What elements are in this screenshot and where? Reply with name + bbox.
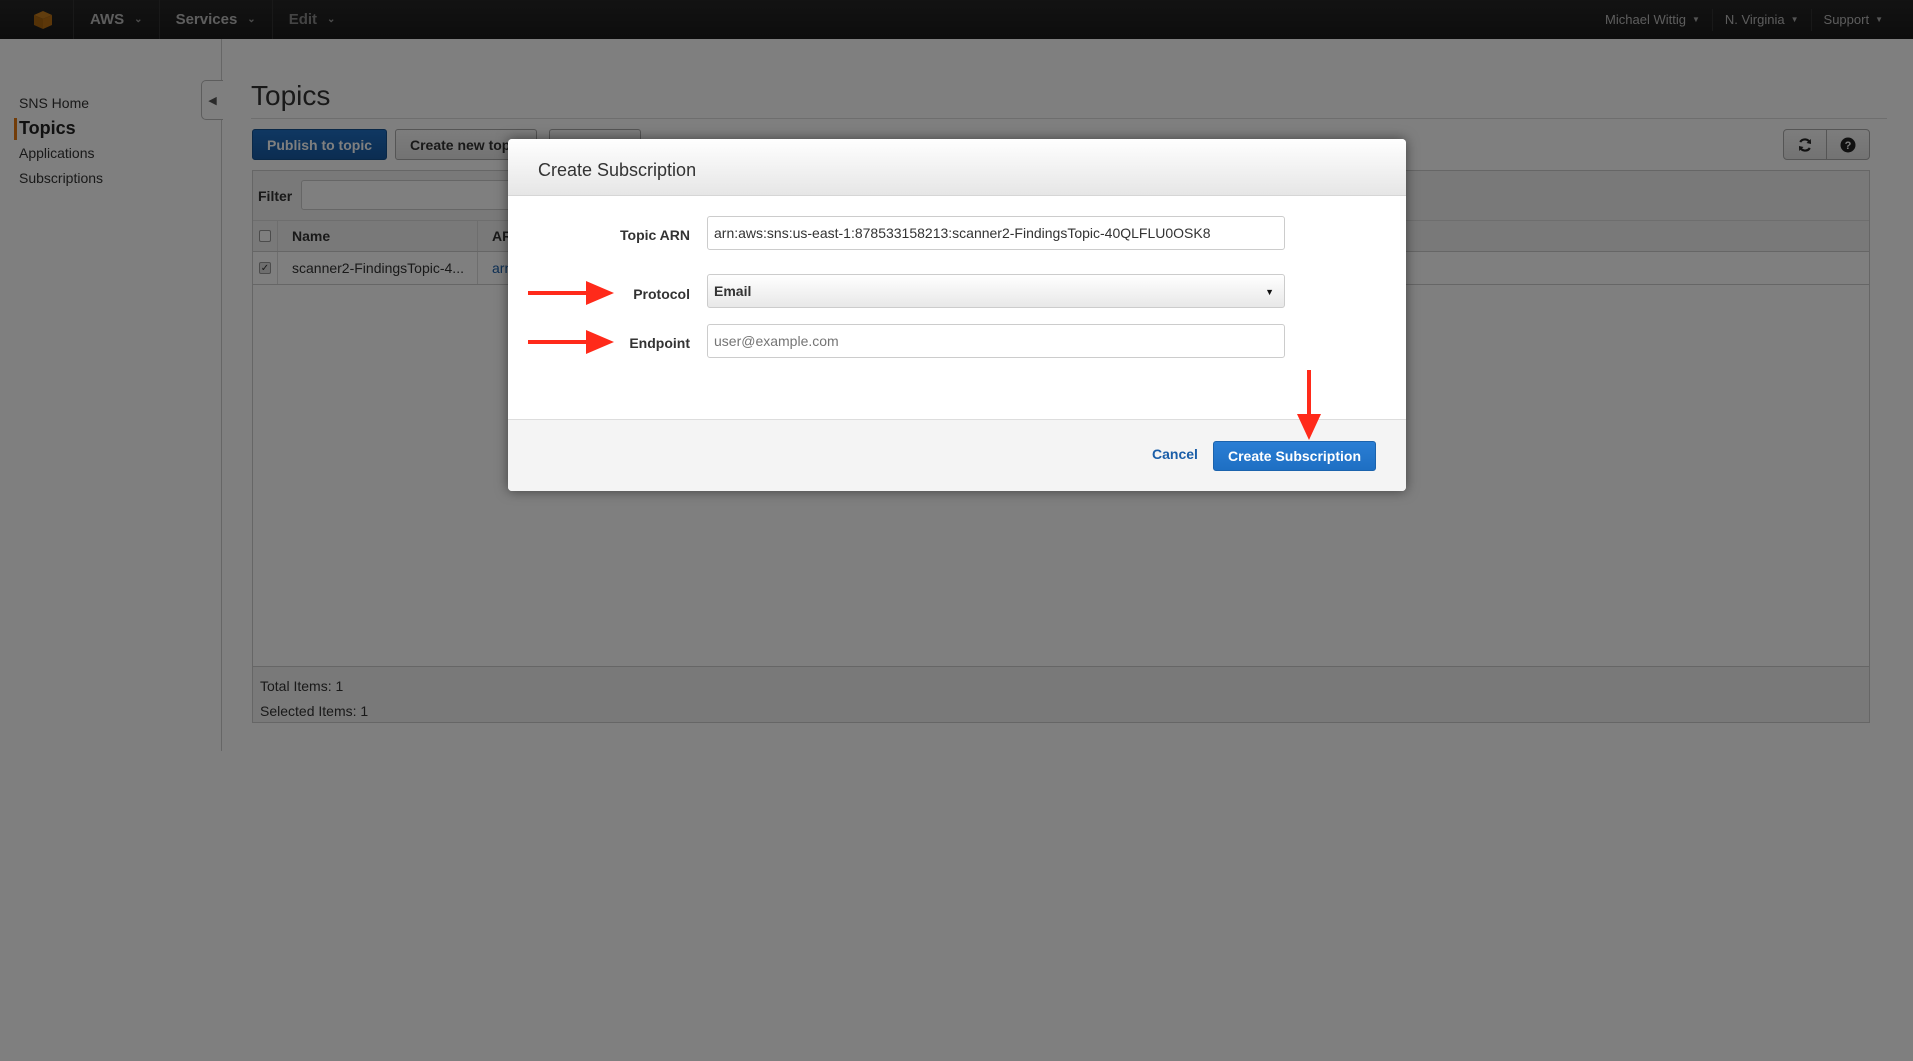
endpoint-input[interactable] <box>707 324 1285 358</box>
annotation-arrow-endpoint <box>528 330 614 354</box>
endpoint-label: Endpoint <box>629 335 690 351</box>
create-subscription-button[interactable]: Create Subscription <box>1213 441 1376 471</box>
dialog-header: Create Subscription <box>508 139 1406 196</box>
protocol-select[interactable]: Email ▼ <box>707 274 1285 308</box>
cancel-button[interactable]: Cancel <box>1152 446 1198 462</box>
topic-arn-value: arn:aws:sns:us-east-1:878533158213:scann… <box>714 225 1211 241</box>
dialog-title: Create Subscription <box>538 160 697 180</box>
dialog-footer: Cancel Create Subscription <box>508 419 1406 491</box>
annotation-arrow-submit <box>1297 370 1321 440</box>
annotation-arrow-protocol <box>528 281 614 305</box>
topic-arn-field[interactable]: arn:aws:sns:us-east-1:878533158213:scann… <box>707 216 1285 250</box>
protocol-label: Protocol <box>633 286 690 302</box>
protocol-selected-value: Email <box>714 283 752 299</box>
topic-arn-label: Topic ARN <box>620 227 690 243</box>
create-subscription-dialog: Create Subscription Topic ARN arn:aws:sn… <box>508 139 1406 491</box>
caret-down-icon: ▼ <box>1265 287 1274 297</box>
